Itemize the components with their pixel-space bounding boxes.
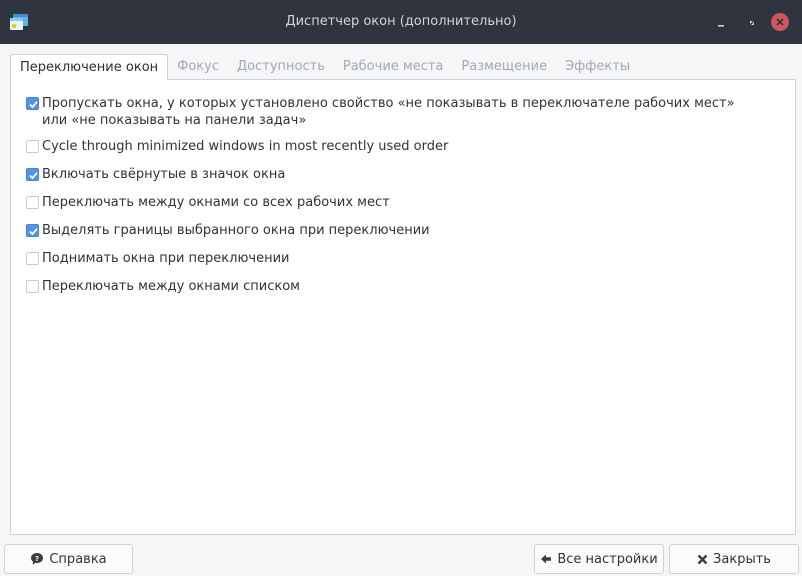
option-label: Переключать между окнами списком [42,279,300,294]
tab-effects[interactable]: Эффекты [556,54,639,80]
draw-frame-checkbox[interactable] [26,224,39,237]
minimize-button[interactable] [711,12,731,32]
tab-focus[interactable]: Фокус [168,54,228,80]
option-cycle-list[interactable]: Переключать между окнами списком [26,278,300,295]
option-label: Cycle through minimized windows in most … [42,139,449,154]
close-x-icon [697,554,708,565]
option-cycle-minimized[interactable]: Cycle through minimized windows in most … [26,138,448,155]
option-label: Переключать между окнами со всех рабочих… [42,195,390,210]
close-window-button[interactable] [770,12,790,32]
option-label: Поднимать окна при переключении [42,251,290,266]
tab-bar: Переключение окон Фокус Доступность Рабо… [10,54,639,80]
option-label: Пропускать окна, у которых установлено с… [42,96,735,111]
include-iconified-checkbox[interactable] [26,168,39,181]
option-label: Включать свёрнутые в значок окна [42,167,286,182]
all-settings-button-label: Все настройки [557,551,658,567]
window: Диспетчер окон (дополнительно) Переключе… [0,0,802,576]
dialog-button-bar: ? Справка Все настройки Закрыть [0,540,802,576]
arrow-left-icon [540,553,552,565]
all-settings-button[interactable]: Все настройки [534,544,664,574]
window-title: Диспетчер окон (дополнительно) [285,14,517,29]
maximize-button[interactable] [742,12,762,32]
option-include-iconified[interactable]: Включать свёрнутые в значок окна [26,166,285,183]
settings-content: Переключение окон Фокус Доступность Рабо… [6,54,796,535]
help-button[interactable]: ? Справка [4,544,133,574]
option-label: Выделять границы выбранного окна при пер… [42,223,430,238]
maximize-icon [747,13,757,32]
tab-placement[interactable]: Размещение [452,54,556,80]
close-button-label: Закрыть [713,551,771,567]
close-icon [771,13,789,31]
tab-window-switching[interactable]: Переключение окон [10,54,169,80]
tab-accessibility[interactable]: Доступность [228,54,334,80]
cycle-minimized-checkbox[interactable] [26,140,39,153]
tab-panel: Пропускать окна, у которых установлено с… [10,79,796,535]
title-bar[interactable]: Диспетчер окон (дополнительно) [0,0,802,44]
option-label-continued: или «не показывать на панели задач» [42,113,307,128]
option-skip-windows[interactable]: Пропускать окна, у которых установлено с… [26,95,735,129]
cycle-list-checkbox[interactable] [26,280,39,293]
help-icon: ? [30,552,44,566]
raise-windows-checkbox[interactable] [26,252,39,265]
minimize-icon [716,13,726,32]
tab-workspaces[interactable]: Рабочие места [334,54,453,80]
option-draw-frame[interactable]: Выделять границы выбранного окна при пер… [26,222,430,239]
option-all-workspaces[interactable]: Переключать между окнами со всех рабочих… [26,194,390,211]
option-raise-windows[interactable]: Поднимать окна при переключении [26,250,289,267]
svg-text:?: ? [35,555,39,563]
skip-windows-checkbox[interactable] [26,97,39,110]
all-workspaces-checkbox[interactable] [26,196,39,209]
help-button-label: Справка [49,551,107,567]
close-button[interactable]: Закрыть [669,544,799,574]
